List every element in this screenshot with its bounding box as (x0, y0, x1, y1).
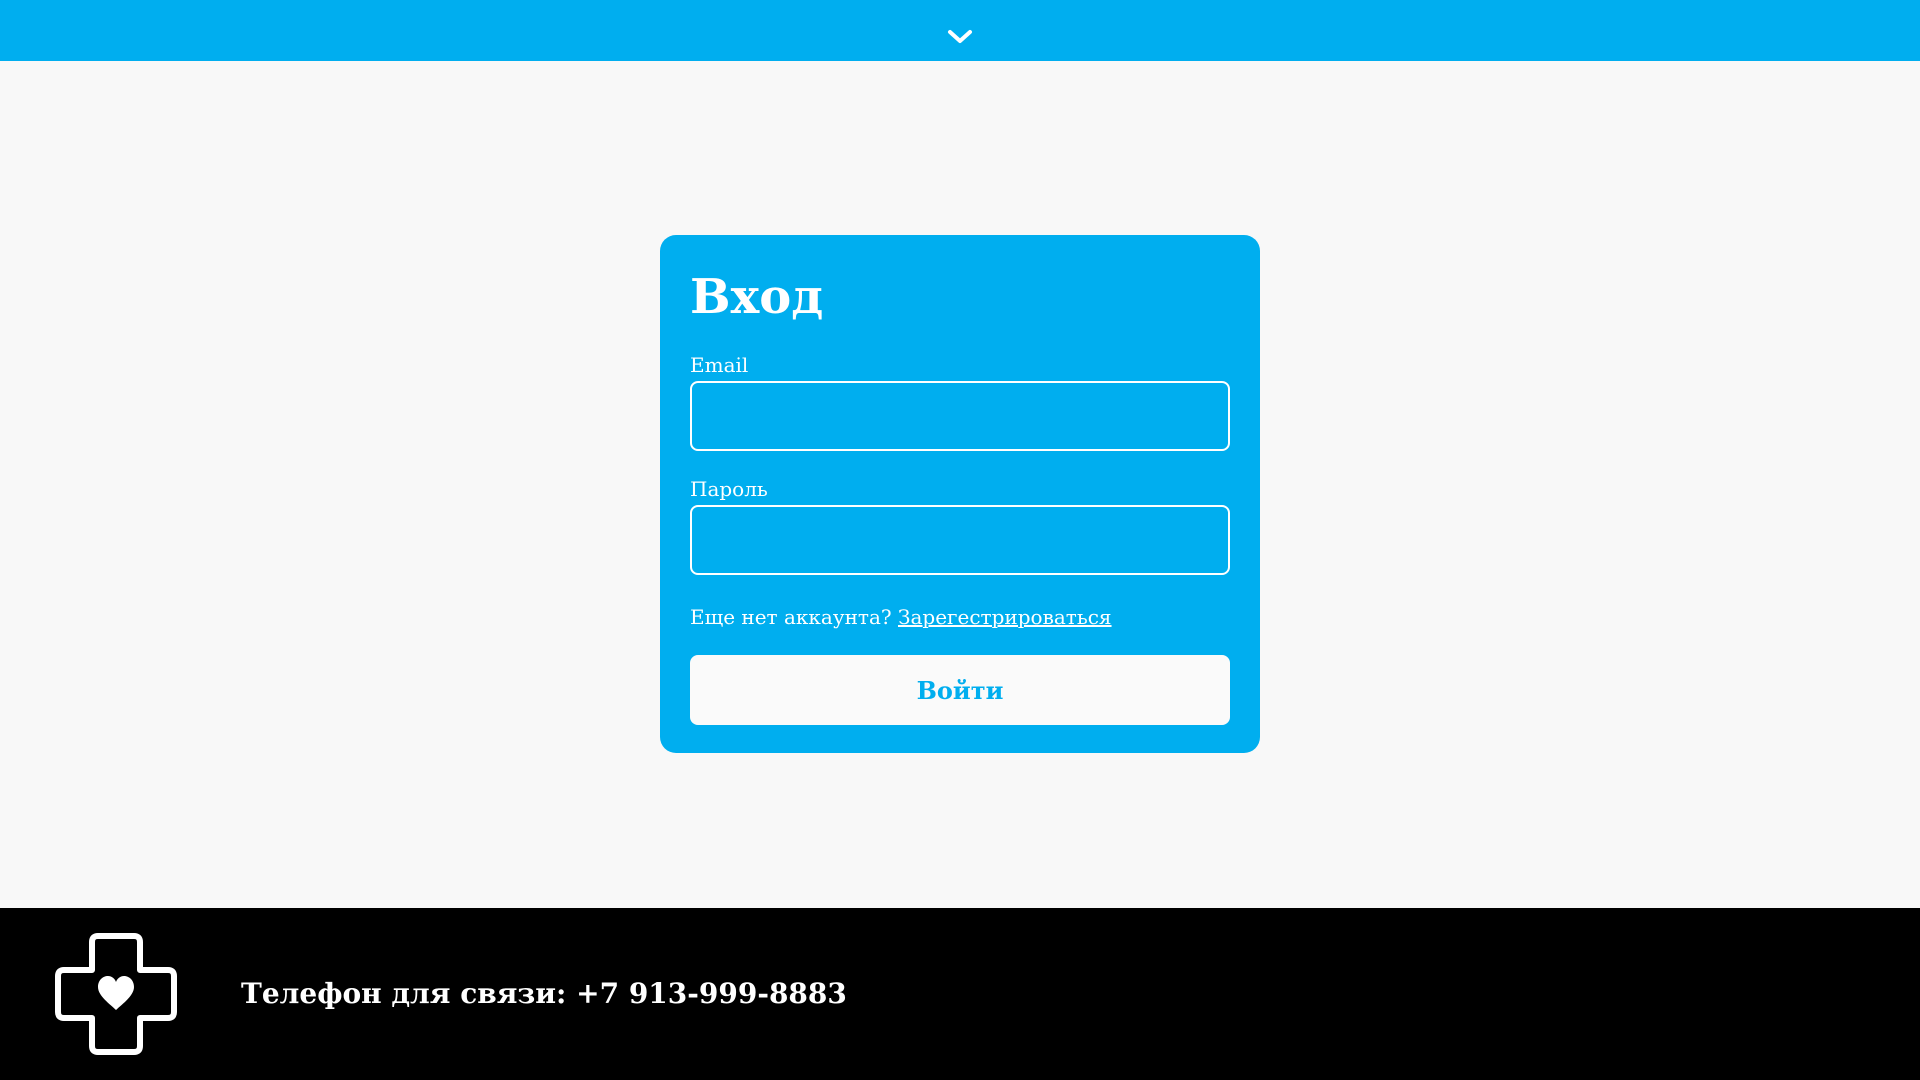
footer: Телефон для связи: +7 913-999-8883 (0, 908, 1920, 1080)
register-link[interactable]: Зарегестрироваться (898, 605, 1112, 629)
password-field[interactable] (690, 505, 1230, 575)
no-account-text: Еще нет аккаунта? (690, 605, 892, 629)
main-content: Вход Email Пароль Еще нет аккаунта? Заре… (0, 61, 1920, 908)
email-field[interactable] (690, 381, 1230, 451)
top-bar (0, 0, 1920, 61)
login-button[interactable]: Войти (690, 655, 1230, 725)
medical-cross-heart-icon (55, 933, 177, 1055)
password-label: Пароль (690, 477, 768, 501)
page-title: Вход (690, 269, 824, 325)
contact-phone: Телефон для связи: +7 913-999-8883 (241, 977, 847, 1010)
email-label: Email (690, 353, 749, 377)
register-prompt: Еще нет аккаунта? Зарегестрироваться (690, 603, 1230, 631)
chevron-down-icon[interactable] (946, 27, 974, 47)
login-card: Вход Email Пароль Еще нет аккаунта? Заре… (660, 235, 1260, 753)
